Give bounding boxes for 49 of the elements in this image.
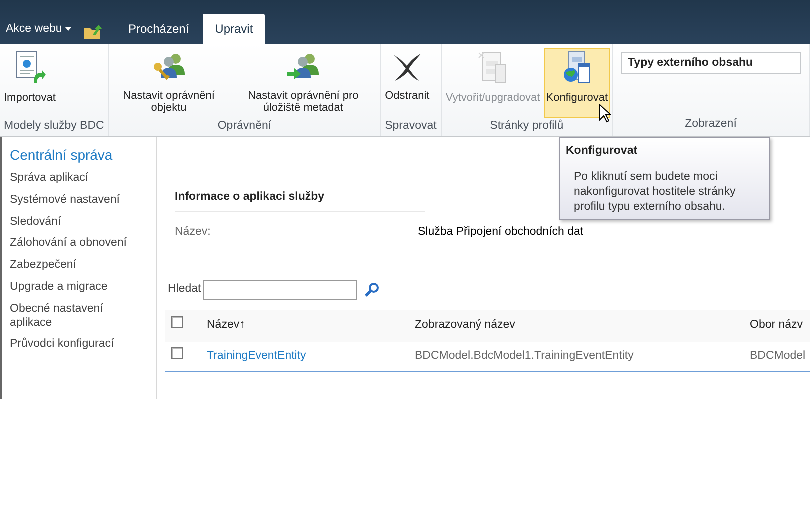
field-value: Služba Připojení obchodních dat [418, 225, 584, 240]
caret-icon [65, 26, 72, 31]
users-key-icon [154, 54, 186, 80]
table-cell: BDCModel [750, 350, 806, 362]
search-label: Hledat [168, 282, 202, 297]
ribbon-button[interactable]: Nastavit oprávnění pro úložiště metadat [228, 48, 378, 118]
ribbon-button: Vytvořit/upgradovat [444, 48, 542, 118]
ribbon-button[interactable]: Konfigurovat [544, 48, 610, 118]
view-select[interactable]: Typy externího obsahu [621, 52, 801, 74]
delete-icon [394, 54, 422, 81]
sidebar-item[interactable]: Systémové nastavení [10, 194, 152, 208]
sidebar-item[interactable]: Zálohování a obnovení [10, 237, 152, 252]
ribbon-button[interactable]: Nastavit oprávnění objektu [111, 48, 227, 118]
search-icon[interactable] [365, 282, 380, 296]
group-label: Zobrazení [684, 116, 738, 132]
users-arrow-icon [287, 54, 320, 80]
checkbox[interactable] [171, 316, 183, 328]
page-layout-icon [478, 52, 507, 84]
item-link[interactable]: TrainingEventEntity [207, 350, 306, 362]
ribbon-button[interactable]: Importovat [2, 48, 58, 118]
checkbox[interactable] [171, 347, 183, 360]
group-label: Modely služby BDC [3, 119, 106, 134]
sidebar-item[interactable]: Upgrade a migrace [10, 280, 152, 295]
field-label: Název: [175, 225, 212, 240]
document-import-icon [16, 52, 46, 83]
mouse-cursor-icon [599, 104, 611, 123]
folder-arrow-icon[interactable] [84, 25, 102, 39]
site-actions-menu[interactable]: Akce webu [6, 20, 72, 44]
ribbon-tab[interactable]: Upravit [203, 14, 266, 44]
sidebar-heading[interactable]: Centrální správa [10, 145, 152, 166]
sidebar-item[interactable]: Sledování [10, 216, 152, 230]
page-globe-icon [564, 52, 591, 84]
group-label: Stránky profilů [489, 118, 565, 134]
group-label: Oprávnění [216, 119, 273, 134]
sidebar-item[interactable]: Průvodci konfigurací [10, 338, 152, 352]
group-label: Spravovat [384, 119, 438, 134]
tooltip-title: Konfigurovat [566, 144, 639, 159]
search-field[interactable] [203, 280, 358, 300]
ribbon-button[interactable]: Odstranit [383, 48, 432, 118]
column-header[interactable]: Obor názv [750, 318, 804, 331]
column-header[interactable]: Zobrazovaný název [415, 318, 516, 331]
tooltip-text: Po kliknutí sem budete moci nakonfigurovat hostitele stránky profilu typu externího obsahu. [573, 170, 737, 216]
sidebar-item[interactable]: Zabezpečení [10, 259, 152, 273]
column-header[interactable]: Název↑ [207, 318, 246, 331]
section-title: Informace o aplikaci služby [175, 190, 326, 205]
table-cell: BDCModel.BdcModel1.TrainingEventEntity [415, 350, 634, 362]
sidebar-item[interactable]: Obecné nastavení aplikace [10, 302, 120, 330]
ribbon-tab[interactable]: Procházení [116, 14, 202, 44]
sidebar-item[interactable]: Správa aplikací [10, 172, 152, 186]
